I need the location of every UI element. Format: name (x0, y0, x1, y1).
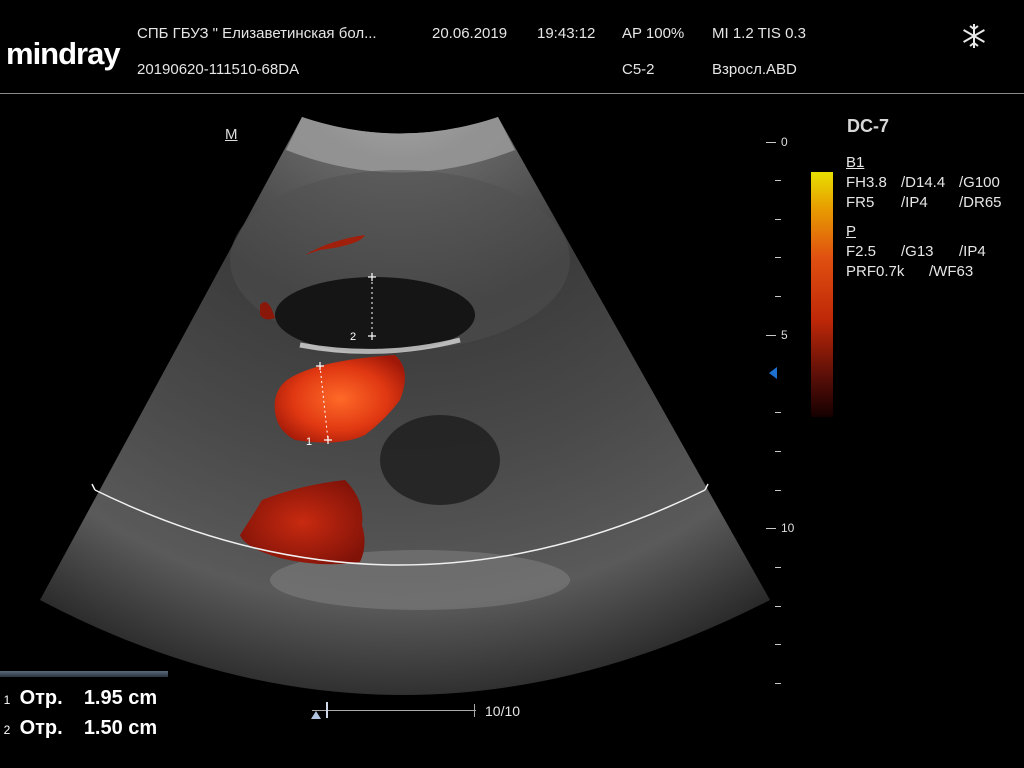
b-param-g: /G100 (959, 174, 1000, 191)
cine-scrollbar[interactable] (312, 710, 476, 711)
cine-scrollbar-end (474, 704, 475, 717)
depth-tick (775, 219, 781, 220)
b-param-d: /D14.4 (901, 174, 946, 191)
orientation-marker: M (225, 126, 238, 143)
p-param-ip: /IP4 (959, 243, 986, 260)
b-param-fr: FR5 (846, 194, 875, 211)
measurement-index: 1 (3, 693, 11, 707)
depth-tick (775, 606, 781, 607)
ultrasound-image[interactable]: 1 2 (0, 94, 780, 714)
p-param-f: F2.5 (846, 243, 877, 260)
depth-tick (775, 567, 781, 568)
cine-position-handle[interactable] (326, 702, 328, 718)
measurement-label: Отр. (19, 687, 63, 709)
probe-name: C5-2 (622, 61, 655, 78)
patient-id: 20190620-111510-68DA (137, 61, 300, 78)
caliper-label-2: 2 (350, 331, 356, 343)
image-page-count: 10/10 (485, 703, 521, 719)
mindray-logo: mindray (6, 36, 121, 71)
depth-label-10: 10 (781, 521, 795, 535)
b-param-ip: /IP4 (901, 194, 928, 211)
measurement-label: Отр. (19, 717, 63, 739)
color-box-left-edge (91, 483, 96, 491)
measurement-value: 1.50 cm (83, 717, 158, 739)
depth-label-0: 0 (781, 135, 788, 149)
focus-marker-icon[interactable] (769, 367, 777, 379)
depth-tick (775, 490, 781, 491)
depth-label-5: 5 (781, 328, 788, 342)
b-param-dr: /DR65 (959, 194, 1002, 211)
exam-time: 19:43:12 (537, 25, 596, 42)
depth-tick (766, 142, 776, 143)
depth-tick (775, 180, 781, 181)
p-param-prf: PRF0.7k (846, 263, 905, 280)
depth-tick (775, 644, 781, 645)
p-mode-title: P (846, 223, 857, 240)
system-name: DC-7 (847, 116, 890, 136)
b-param-fh: FH3.8 (846, 174, 887, 191)
measurement-result-2[interactable]: 2 Отр. 1.50 cm (0, 717, 168, 745)
mi-tis-index: MI 1.2 TIS 0.3 (712, 25, 806, 42)
exam-date: 20.06.2019 (432, 25, 508, 42)
caliper-label-1: 1 (306, 436, 312, 448)
b-mode-title: B1 (846, 154, 865, 171)
doppler-color-bar (811, 172, 833, 417)
p-param-wf: /WF63 (929, 263, 974, 280)
dark-lumen (380, 415, 500, 505)
snowflake-icon[interactable] (960, 22, 988, 50)
exam-preset: Взросл.ABD (712, 61, 797, 78)
depth-tick (775, 451, 781, 452)
acoustic-power: AP 100% (622, 25, 685, 42)
depth-tick (775, 412, 781, 413)
p-param-g: /G13 (901, 243, 934, 260)
cine-marker-icon (311, 711, 321, 719)
measurement-result-1[interactable]: 1 Отр. 1.95 cm (0, 687, 168, 715)
measurement-value: 1.95 cm (83, 687, 158, 709)
depth-tick (775, 683, 781, 684)
depth-tick (766, 528, 776, 529)
depth-tick (775, 257, 781, 258)
measurement-index: 2 (3, 723, 11, 737)
depth-tick (775, 296, 781, 297)
institution-name: СПБ ГБУЗ " Елизаветинская бол... (137, 25, 377, 42)
measurement-panel-header (0, 671, 168, 677)
depth-tick (766, 335, 776, 336)
